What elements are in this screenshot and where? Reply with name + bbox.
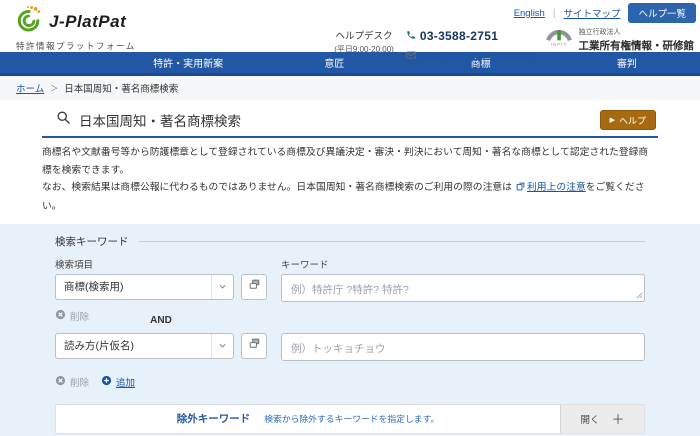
- field-helper-button-row1[interactable]: [241, 273, 267, 300]
- search-form-section: 検索キーワード 検索項目 キーワード 商標(検索用) 例）特許庁 ?特許? 特許…: [0, 223, 700, 436]
- field-select-row1-value: 商標(検索用): [64, 281, 124, 293]
- helpdesk-email-link[interactable]: helpdesk@j-platpat.inpit.go.jp: [420, 50, 532, 60]
- helpdesk-block: ヘルプデスク (平日9:00-20:00): [334, 28, 394, 55]
- logo-subtitle: 特許情報プラットフォーム: [16, 41, 136, 51]
- breadcrumb-home-link[interactable]: ホーム: [16, 81, 44, 95]
- legend-label: 検索キーワード: [55, 235, 129, 248]
- breadcrumb-separator: ＞: [50, 83, 59, 93]
- page-description: 商標名や文献番号等から防護標章として登録されている商標及び異議決定・審決・判決に…: [42, 144, 658, 216]
- row1-actions: 削除 AND: [55, 307, 645, 331]
- phone-icon: [406, 27, 416, 45]
- header: J-PlatPat 特許情報プラットフォーム English | サイトマップ …: [0, 0, 700, 60]
- plus-icon: ＋: [611, 412, 625, 427]
- breadcrumb: ホーム ＞ 日本国周知・著名商標検索: [0, 76, 700, 100]
- delete-row2-label: 削除: [70, 377, 90, 389]
- field-select-row2[interactable]: 読み方(片仮名): [55, 332, 234, 359]
- breadcrumb-current: 日本国周知・著名商標検索: [64, 84, 179, 95]
- header-top-links: English | サイトマップ ヘルプ一覧: [514, 0, 700, 23]
- inpit-org-type: 独立行政法人: [578, 28, 621, 36]
- exclude-keyword-description: 検索から除外するキーワードを指定します。: [264, 414, 440, 424]
- sitemap-link[interactable]: サイトマップ: [563, 6, 620, 20]
- email-icon: [406, 46, 416, 64]
- legend-divider: [138, 240, 645, 242]
- page-title: 日本国周知・著名商標検索: [79, 114, 241, 129]
- usage-notes-link[interactable]: 利用上の注意: [527, 182, 586, 193]
- field-select-row1[interactable]: 商標(検索用): [55, 273, 234, 300]
- header-right: English | サイトマップ ヘルプ一覧 ヘルプデスク (平日9:00-20…: [334, 0, 700, 64]
- help-arrow-icon: ▶: [609, 117, 615, 124]
- logo-title: J-PlatPat: [49, 11, 127, 31]
- delete-circle-icon: [55, 373, 66, 391]
- keyword-label: キーワード: [281, 259, 329, 271]
- links-divider: |: [552, 7, 556, 19]
- exclude-open-label: 開く: [580, 414, 600, 426]
- add-circle-icon: [101, 373, 112, 391]
- contact-block: 03-3588-2751 helpdesk@j-platpat.inpit.go…: [406, 27, 532, 64]
- description-line1: 商標名や文献番号等から防護標章として登録されている商標及び異議決定・審決・判決に…: [42, 147, 649, 176]
- external-doc-icon: [516, 180, 525, 198]
- exclude-open-button[interactable]: 開く ＋: [560, 404, 644, 433]
- inpit-logo-block[interactable]: INPIT 独立行政法人 工業所有権情報・研修館: [544, 26, 695, 53]
- chevron-down-icon: [211, 274, 233, 299]
- title-underline: [42, 136, 658, 138]
- jplatpat-page: J-PlatPat 特許情報プラットフォーム English | サイトマップ …: [0, 0, 700, 436]
- search-keyword-legend: 検索キーワード: [55, 234, 645, 249]
- page-help-label: ヘルプ: [618, 115, 646, 126]
- page-head: 日本国周知・著名商標検索 ▶ ヘルプ 商標名や文献番号等から防護標章として登録さ…: [0, 100, 700, 224]
- keyword-input-row1[interactable]: [281, 273, 645, 302]
- jplatpat-logo-icon: [14, 4, 44, 39]
- helpdesk-hours: (平日9:00-20:00): [334, 45, 394, 54]
- help-list-button[interactable]: ヘルプ一覧: [628, 3, 696, 23]
- field-helper-button-row2[interactable]: [241, 332, 267, 359]
- inpit-logo-icon: INPIT: [544, 26, 574, 53]
- add-row-button[interactable]: 追加: [101, 373, 135, 391]
- field-select-label: 検索項目: [55, 259, 94, 271]
- row2-actions: 削除 追加: [55, 373, 645, 391]
- english-link[interactable]: English: [514, 8, 545, 19]
- field-select-row2-value: 読み方(片仮名): [64, 340, 134, 352]
- chevron-down-icon: [211, 333, 233, 358]
- svg-text:INPIT: INPIT: [550, 42, 567, 47]
- helpdesk-phone: 03-3588-2751: [419, 29, 499, 43]
- exclude-keyword-title: 除外キーワード: [176, 413, 251, 425]
- exclude-keyword-bar[interactable]: 除外キーワード 検索から除外するキーワードを指定します。 開く ＋: [55, 403, 645, 434]
- exclude-keyword-main: 除外キーワード 検索から除外するキーワードを指定します。: [56, 405, 560, 433]
- header-info: ヘルプデスク (平日9:00-20:00) 03-3588-2751 helpd…: [334, 25, 700, 64]
- operator-and: AND: [150, 314, 172, 326]
- nav-item-patent[interactable]: 特許・実用新案: [115, 52, 261, 73]
- multi-window-icon: [248, 278, 261, 296]
- inpit-org-name: 工業所有権情報・研修館: [578, 39, 695, 52]
- description-line2: なお、検索結果は商標公報に代わるものではありません。日本国周知・著名商標検索のご…: [42, 182, 512, 194]
- search-icon: [56, 110, 71, 130]
- add-row-label: 追加: [116, 377, 136, 389]
- multi-window-icon: [248, 337, 261, 355]
- jplatpat-logo[interactable]: J-PlatPat 特許情報プラットフォーム: [14, 4, 136, 52]
- page-help-button[interactable]: ▶ ヘルプ: [599, 110, 656, 130]
- keyword-input-row2[interactable]: [281, 332, 645, 361]
- helpdesk-label: ヘルプデスク: [335, 31, 393, 42]
- delete-row2-button[interactable]: 削除: [55, 373, 89, 391]
